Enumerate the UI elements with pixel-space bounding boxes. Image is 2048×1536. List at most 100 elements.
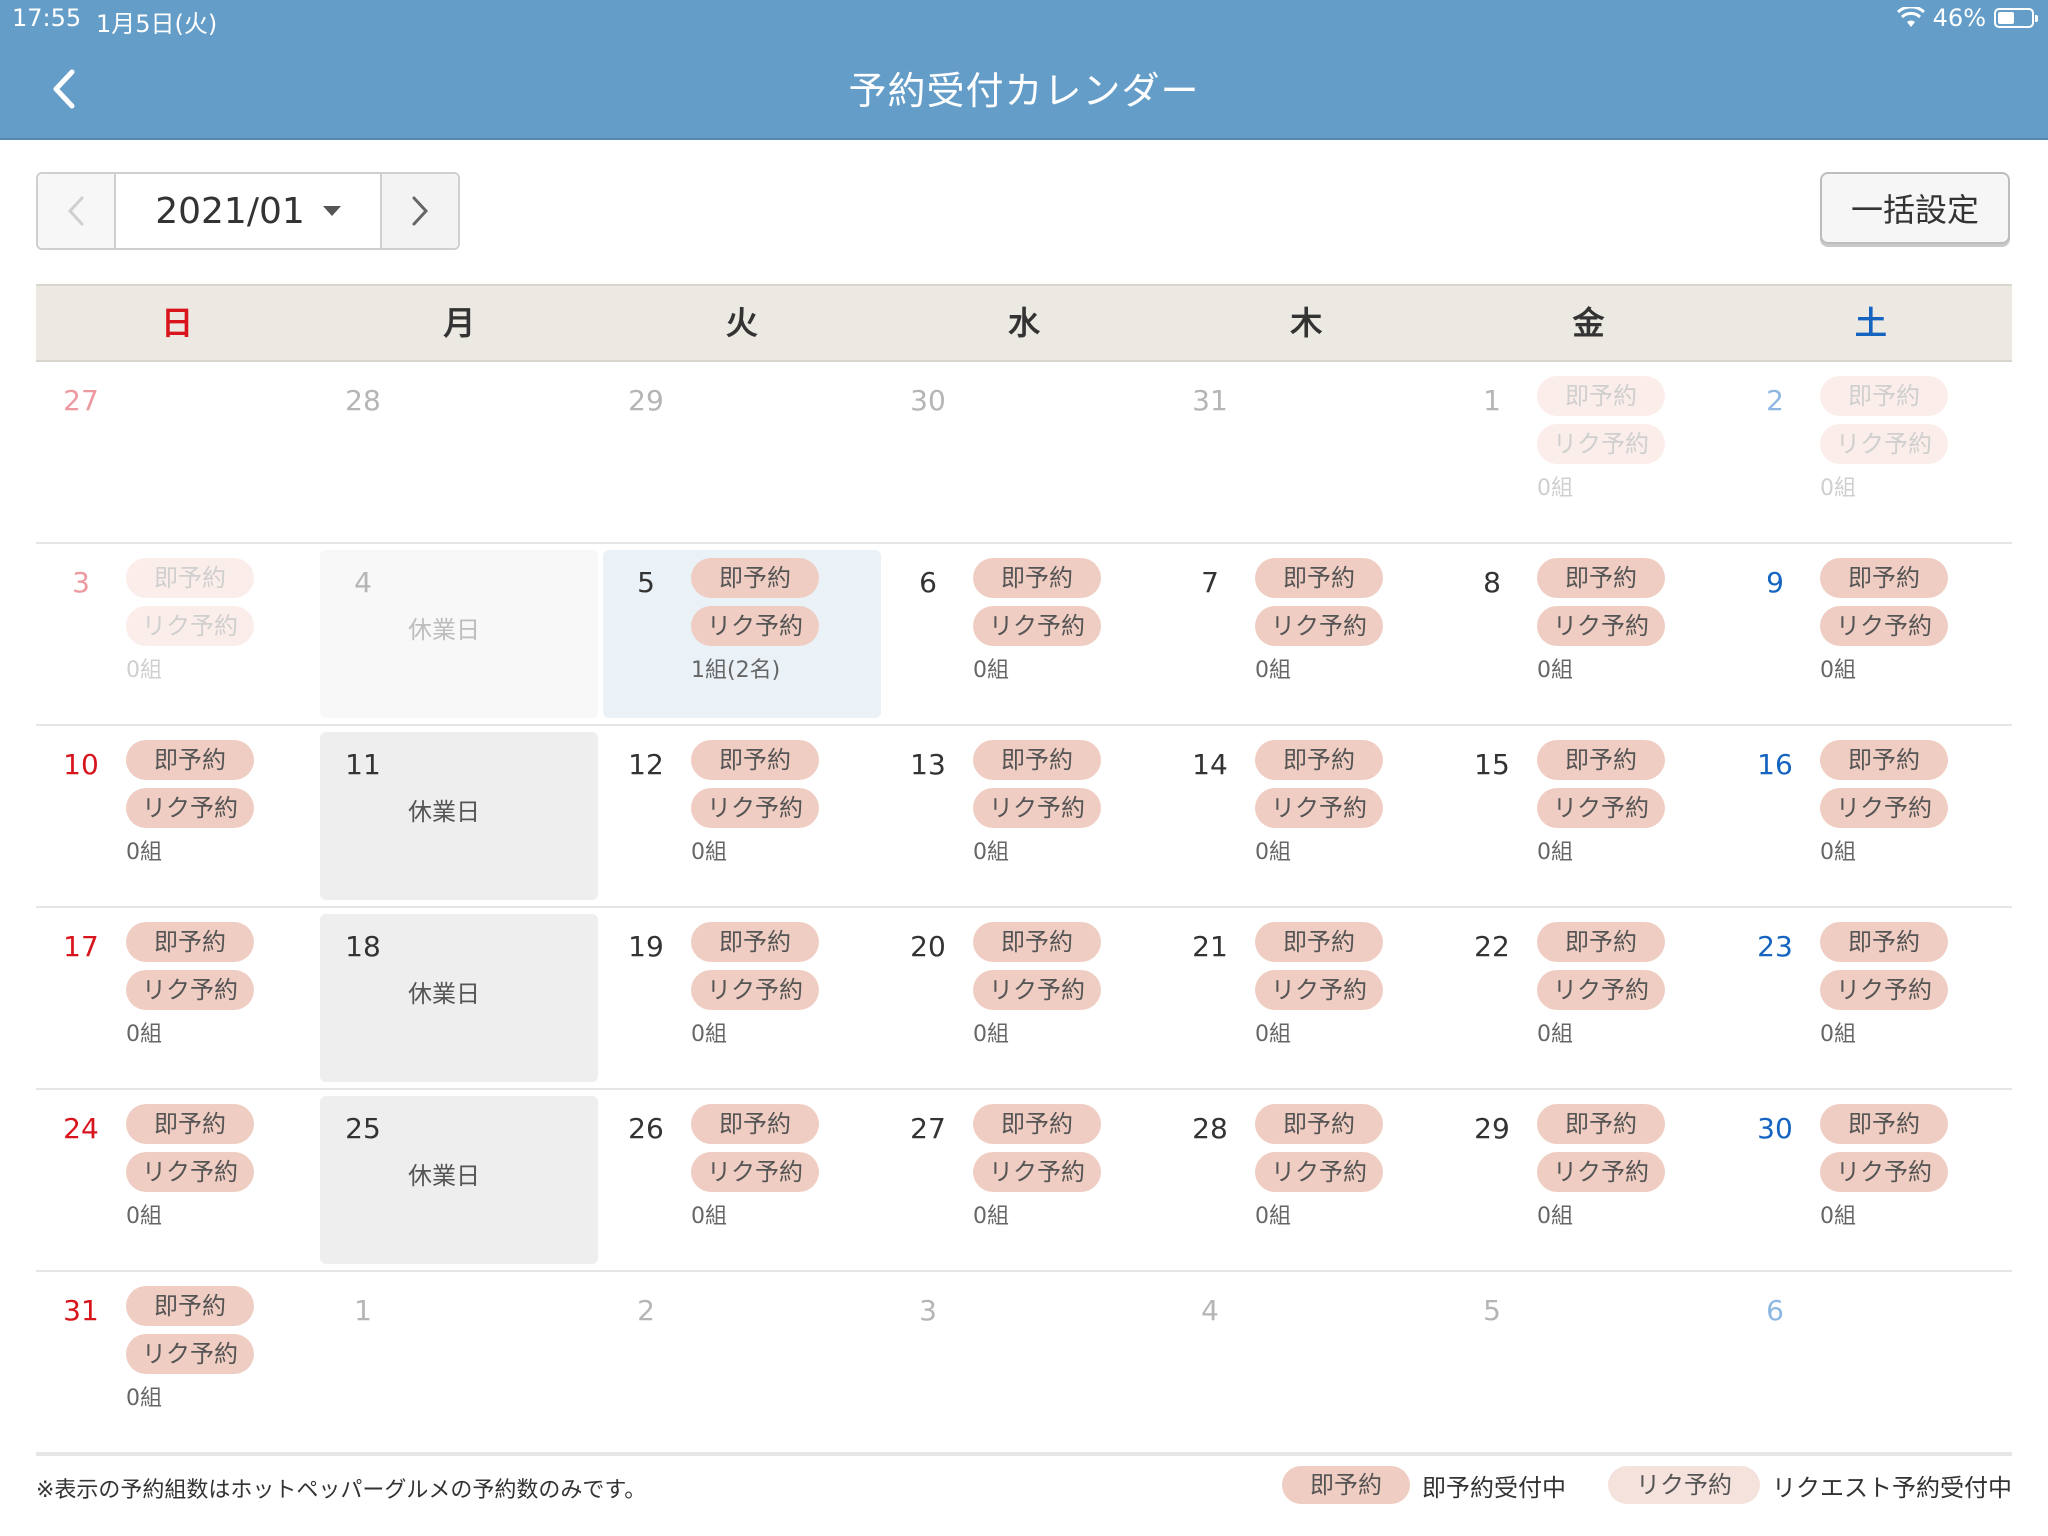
calendar-day[interactable]: 19 即予約 リク予約 0組: [601, 908, 883, 1088]
calendar-day[interactable]: 3 即予約 リク予約 0組: [36, 544, 318, 724]
request-reservation-badge[interactable]: リク予約: [126, 606, 254, 646]
instant-reservation-badge[interactable]: 即予約: [691, 1104, 819, 1144]
calendar-day-closed[interactable]: 11 休業日: [318, 726, 600, 906]
calendar-day[interactable]: 23 即予約 リク予約 0組: [1730, 908, 2012, 1088]
reservation-count: 0組: [1537, 1204, 1573, 1229]
calendar-day[interactable]: 29 即予約 リク予約 0組: [1447, 1090, 1729, 1270]
request-reservation-badge[interactable]: リク予約: [973, 970, 1101, 1010]
calendar-day[interactable]: 1 即予約 リク予約 0組: [1447, 362, 1729, 542]
calendar-day[interactable]: 30 即予約 リク予約 0組: [1730, 1090, 2012, 1270]
instant-reservation-badge[interactable]: 即予約: [691, 558, 819, 598]
instant-reservation-badge[interactable]: 即予約: [973, 558, 1101, 598]
day-number: 25: [345, 1112, 381, 1145]
day-number: 4: [1201, 1294, 1219, 1327]
request-reservation-badge[interactable]: リク予約: [1537, 1152, 1665, 1192]
request-reservation-badge[interactable]: リク予約: [1537, 606, 1665, 646]
request-reservation-badge[interactable]: リク予約: [973, 606, 1101, 646]
request-reservation-badge[interactable]: リク予約: [1537, 970, 1665, 1010]
calendar-day[interactable]: 15 即予約 リク予約 0組: [1447, 726, 1729, 906]
calendar-day-closed[interactable]: 18 休業日: [318, 908, 600, 1088]
request-reservation-badge[interactable]: リク予約: [1537, 424, 1665, 464]
instant-reservation-badge[interactable]: 即予約: [973, 922, 1101, 962]
instant-reservation-badge[interactable]: 即予約: [691, 922, 819, 962]
request-reservation-badge[interactable]: リク予約: [973, 1152, 1101, 1192]
calendar-day[interactable]: 2 即予約 リク予約 0組: [1730, 362, 2012, 542]
weekday-sat: 土: [1854, 304, 1887, 342]
calendar-day[interactable]: 17 即予約 リク予約 0組: [36, 908, 318, 1088]
request-reservation-badge[interactable]: リク予約: [1255, 1152, 1383, 1192]
day-number: 9: [1766, 566, 1784, 599]
calendar-day[interactable]: 10 即予約 リク予約 0組: [36, 726, 318, 906]
request-reservation-badge[interactable]: リク予約: [1255, 606, 1383, 646]
calendar-day[interactable]: 6 即予約 リク予約 0組: [883, 544, 1165, 724]
request-reservation-badge[interactable]: リク予約: [126, 1152, 254, 1192]
instant-reservation-badge[interactable]: 即予約: [1537, 740, 1665, 780]
calendar-day[interactable]: 21 即予約 リク予約 0組: [1165, 908, 1447, 1088]
request-reservation-badge[interactable]: リク予約: [1820, 788, 1948, 828]
calendar-day[interactable]: 24 即予約 リク予約 0組: [36, 1090, 318, 1270]
calendar-day[interactable]: 7 即予約 リク予約 0組: [1165, 544, 1447, 724]
calendar-day[interactable]: 31 即予約 リク予約 0組: [36, 1272, 318, 1452]
instant-reservation-badge[interactable]: 即予約: [691, 740, 819, 780]
calendar-day[interactable]: 14 即予約 リク予約 0組: [1165, 726, 1447, 906]
instant-reservation-badge[interactable]: 即予約: [126, 1286, 254, 1326]
instant-reservation-badge[interactable]: 即予約: [1537, 376, 1665, 416]
request-reservation-badge[interactable]: リク予約: [126, 970, 254, 1010]
calendar-day[interactable]: 22 即予約 リク予約 0組: [1447, 908, 1729, 1088]
instant-reservation-badge[interactable]: 即予約: [126, 558, 254, 598]
next-month-button[interactable]: [380, 174, 458, 248]
instant-reservation-badge[interactable]: 即予約: [1537, 558, 1665, 598]
request-reservation-badge[interactable]: リク予約: [1537, 788, 1665, 828]
request-reservation-badge[interactable]: リク予約: [1820, 424, 1948, 464]
request-reservation-badge[interactable]: リク予約: [691, 1152, 819, 1192]
month-select[interactable]: 2021/01: [116, 174, 380, 248]
instant-reservation-badge[interactable]: 即予約: [126, 922, 254, 962]
request-reservation-badge[interactable]: リク予約: [973, 788, 1101, 828]
request-reservation-badge[interactable]: リク予約: [126, 1334, 254, 1374]
calendar-day[interactable]: 5 即予約 リク予約 1組(2名): [601, 544, 883, 724]
request-reservation-badge[interactable]: リク予約: [1255, 788, 1383, 828]
calendar-day-outside-month: 4: [1165, 1272, 1447, 1452]
calendar-day[interactable]: 20 即予約 リク予約 0組: [883, 908, 1165, 1088]
request-reservation-badge[interactable]: リク予約: [691, 606, 819, 646]
calendar-day[interactable]: 13 即予約 リク予約 0組: [883, 726, 1165, 906]
day-number: 27: [910, 1112, 946, 1145]
instant-reservation-badge[interactable]: 即予約: [1820, 1104, 1948, 1144]
instant-reservation-badge[interactable]: 即予約: [126, 740, 254, 780]
instant-reservation-badge[interactable]: 即予約: [1820, 740, 1948, 780]
instant-reservation-badge[interactable]: 即予約: [1255, 1104, 1383, 1144]
instant-reservation-badge[interactable]: 即予約: [973, 740, 1101, 780]
reservation-count: 0組: [691, 1022, 727, 1047]
reservation-count: 0組: [1537, 658, 1573, 683]
instant-reservation-badge[interactable]: 即予約: [126, 1104, 254, 1144]
reservation-count: 0組: [1537, 840, 1573, 865]
request-reservation-badge[interactable]: リク予約: [1820, 970, 1948, 1010]
bulk-settings-button[interactable]: 一括設定: [1820, 172, 2010, 244]
instant-reservation-badge[interactable]: 即予約: [1255, 740, 1383, 780]
instant-reservation-badge[interactable]: 即予約: [1820, 376, 1948, 416]
calendar-day-closed[interactable]: 4 休業日: [318, 544, 600, 724]
reservation-count: 0組: [973, 658, 1009, 683]
instant-reservation-badge[interactable]: 即予約: [1537, 1104, 1665, 1144]
calendar-day[interactable]: 27 即予約 リク予約 0組: [883, 1090, 1165, 1270]
request-reservation-badge[interactable]: リク予約: [691, 970, 819, 1010]
instant-reservation-badge[interactable]: 即予約: [1820, 922, 1948, 962]
calendar-day[interactable]: 9 即予約 リク予約 0組: [1730, 544, 2012, 724]
prev-month-button[interactable]: [38, 174, 116, 248]
calendar-day[interactable]: 8 即予約 リク予約 0組: [1447, 544, 1729, 724]
instant-reservation-badge[interactable]: 即予約: [973, 1104, 1101, 1144]
instant-reservation-badge[interactable]: 即予約: [1255, 922, 1383, 962]
request-reservation-badge[interactable]: リク予約: [1820, 1152, 1948, 1192]
calendar-day[interactable]: 16 即予約 リク予約 0組: [1730, 726, 2012, 906]
request-reservation-badge[interactable]: リク予約: [1820, 606, 1948, 646]
instant-reservation-badge[interactable]: 即予約: [1820, 558, 1948, 598]
request-reservation-badge[interactable]: リク予約: [691, 788, 819, 828]
calendar-day-closed[interactable]: 25 休業日: [318, 1090, 600, 1270]
instant-reservation-badge[interactable]: 即予約: [1255, 558, 1383, 598]
request-reservation-badge[interactable]: リク予約: [1255, 970, 1383, 1010]
calendar-day[interactable]: 28 即予約 リク予約 0組: [1165, 1090, 1447, 1270]
calendar-day[interactable]: 26 即予約 リク予約 0組: [601, 1090, 883, 1270]
instant-reservation-badge[interactable]: 即予約: [1537, 922, 1665, 962]
request-reservation-badge[interactable]: リク予約: [126, 788, 254, 828]
calendar-day[interactable]: 12 即予約 リク予約 0組: [601, 726, 883, 906]
